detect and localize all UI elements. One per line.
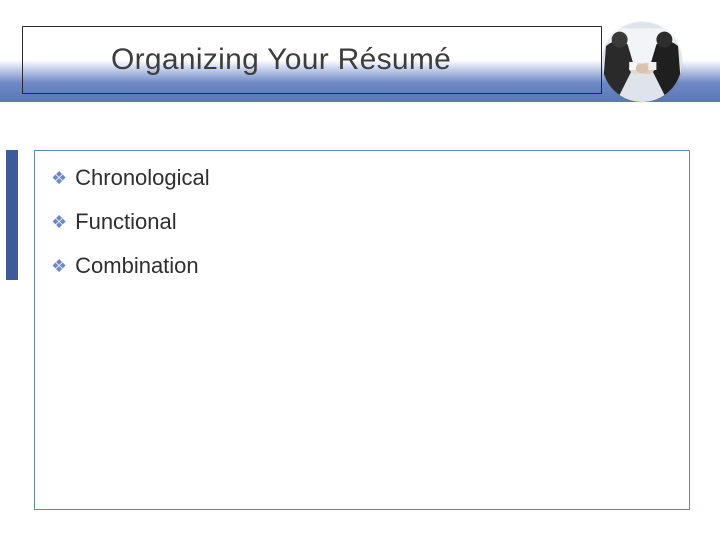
list-item: ❖ Functional bbox=[51, 209, 673, 235]
page-title: Organizing Your Résumé bbox=[111, 43, 451, 77]
content-box: ❖ Chronological ❖ Functional ❖ Combinati… bbox=[34, 150, 690, 510]
diamond-bullet-icon: ❖ bbox=[51, 257, 67, 275]
diamond-bullet-icon: ❖ bbox=[51, 213, 67, 231]
bullet-label: Combination bbox=[75, 253, 199, 279]
bullet-label: Chronological bbox=[75, 165, 210, 191]
diamond-bullet-icon: ❖ bbox=[51, 169, 67, 187]
side-accent bbox=[6, 150, 18, 280]
bullet-label: Functional bbox=[75, 209, 177, 235]
list-item: ❖ Chronological bbox=[51, 165, 673, 191]
handshake-icon bbox=[602, 22, 682, 102]
title-box: Organizing Your Résumé bbox=[22, 26, 602, 94]
list-item: ❖ Combination bbox=[51, 253, 673, 279]
handshake-badge bbox=[602, 22, 682, 102]
